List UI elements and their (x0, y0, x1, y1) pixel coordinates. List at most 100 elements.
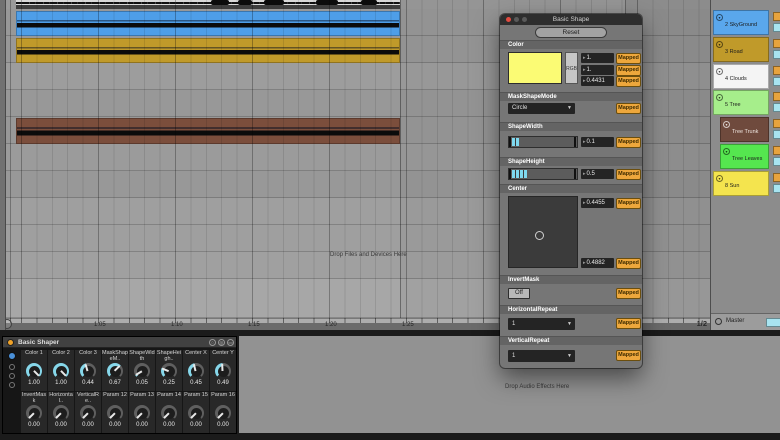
knob-dial[interactable] (161, 363, 177, 379)
param-bank-icon[interactable] (9, 364, 15, 370)
device-hotswap-icon[interactable]: ○ (209, 339, 216, 346)
color-r-field[interactable]: ▸1. (581, 53, 614, 63)
knob-vertical-repeat[interactable]: VerticalRe..0.00 (75, 392, 101, 433)
track-pan-box[interactable] (773, 23, 780, 32)
knob-color-3[interactable]: Color 30.44 (75, 350, 101, 391)
master-pan-box[interactable] (766, 318, 780, 327)
knob-dial[interactable] (215, 405, 231, 421)
knob-dial[interactable] (188, 363, 204, 379)
device-activator-icon[interactable] (7, 339, 14, 346)
track-fold-icon[interactable]: ▾ (723, 148, 730, 155)
track-pan-box[interactable] (773, 50, 780, 59)
waveform-overview[interactable] (16, 0, 400, 9)
mapped-button[interactable]: Mapped (616, 198, 641, 209)
track-header-sun[interactable]: ▾8 Sun (711, 171, 780, 197)
vertical-repeat-dropdown[interactable]: 1▼ (508, 350, 575, 362)
color-swatch[interactable] (508, 52, 562, 84)
knob-horizontal-repeat[interactable]: Horizontal..0.00 (48, 392, 74, 433)
rgb-mode-bar[interactable]: RGB (565, 52, 578, 84)
center-x-field[interactable]: ▸0.4455 (581, 198, 614, 208)
master-track-header[interactable]: Master (711, 313, 780, 330)
track-pan-box[interactable] (773, 77, 780, 86)
mapped-button[interactable]: Mapped (616, 65, 641, 76)
track-pan-box[interactable] (773, 184, 780, 193)
knob-dial[interactable] (80, 363, 96, 379)
track-volume-box[interactable] (773, 39, 780, 48)
knob-dial[interactable] (26, 405, 42, 421)
knob-dial[interactable] (188, 405, 204, 421)
knob-center-y[interactable]: Center Y0.49 (210, 350, 236, 391)
track-fold-icon[interactable]: ▾ (723, 121, 730, 128)
track-fold-icon[interactable]: ▾ (716, 41, 723, 48)
mapped-button[interactable]: Mapped (616, 318, 641, 329)
mapped-button[interactable]: Mapped (616, 103, 641, 114)
shape-height-field[interactable]: ▸0.5 (581, 169, 614, 179)
knob-shape-height[interactable]: ShapeHeigh..0.25 (156, 350, 182, 391)
knob-dial[interactable] (53, 363, 69, 379)
mapped-button[interactable]: Mapped (616, 76, 641, 87)
vertical-zoom-strip[interactable] (0, 0, 6, 330)
mapped-button[interactable]: Mapped (616, 350, 641, 361)
center-y-field[interactable]: ▸0.4882 (581, 258, 614, 268)
mapped-button[interactable]: Mapped (616, 258, 641, 269)
knob-param-12[interactable]: Param 120.00 (102, 392, 128, 433)
track-header-tree[interactable]: ▾5 Tree (711, 90, 780, 116)
track-volume-box[interactable] (773, 92, 780, 101)
track-pan-box[interactable] (773, 130, 780, 139)
track-header-tree-leaves[interactable]: ▾Tree Leaves (711, 144, 780, 170)
knob-mask-shape-mode[interactable]: MaskShapeM..0.67 (102, 350, 128, 391)
device-save-icon[interactable]: ◎ (218, 339, 225, 346)
shape-width-slider[interactable] (508, 136, 578, 148)
knob-dial[interactable] (215, 363, 231, 379)
track-fold-icon[interactable]: ▾ (716, 14, 723, 21)
knob-dial[interactable] (107, 405, 123, 421)
track-header-skyground[interactable]: ▾2 SkyGround (711, 10, 780, 36)
mapped-button[interactable]: Mapped (616, 169, 641, 180)
knob-dial[interactable] (80, 405, 96, 421)
horizontal-repeat-dropdown[interactable]: 1▼ (508, 318, 575, 330)
param-bank-icon[interactable] (9, 373, 15, 379)
knob-param-14[interactable]: Param 140.00 (156, 392, 182, 433)
mapped-button[interactable]: Mapped (616, 53, 641, 64)
track-fold-icon[interactable]: ▾ (716, 68, 723, 75)
knob-color-1[interactable]: Color 11.00 (21, 350, 47, 391)
invert-mask-toggle[interactable]: Off (508, 288, 530, 299)
center-xy-pad[interactable] (508, 196, 578, 268)
master-stop-icon[interactable] (715, 318, 722, 325)
mapped-button[interactable]: Mapped (616, 288, 641, 299)
device-fold-icon[interactable]: ▭ (227, 339, 234, 346)
track-header-road[interactable]: ▾3 Road (711, 37, 780, 63)
track-pan-box[interactable] (773, 103, 780, 112)
knob-param-16[interactable]: Param 160.00 (210, 392, 236, 433)
knob-dial[interactable] (53, 405, 69, 421)
audio-clip-tree-trunk[interactable] (16, 118, 400, 144)
color-g-field[interactable]: ▸1. (581, 65, 614, 75)
track-fold-icon[interactable]: ▾ (716, 175, 723, 182)
track-volume-box[interactable] (773, 173, 780, 182)
shape-height-slider[interactable] (508, 168, 578, 180)
map-mode-icon[interactable] (8, 352, 16, 360)
device-title-bar[interactable]: Basic Shaper ○ ◎ ▭ (3, 337, 236, 348)
plugin-title-bar[interactable]: Basic Shape (500, 14, 642, 25)
track-pan-box[interactable] (773, 157, 780, 166)
knob-dial[interactable] (107, 363, 123, 379)
shape-width-field[interactable]: ▸0.1 (581, 137, 614, 147)
xy-position-marker[interactable] (535, 231, 544, 240)
track-volume-box[interactable] (773, 146, 780, 155)
knob-param-15[interactable]: Param 150.00 (183, 392, 209, 433)
knob-dial[interactable] (134, 363, 150, 379)
audio-clip-skyground[interactable] (16, 11, 400, 36)
knob-shape-width[interactable]: ShapeWidth0.05 (129, 350, 155, 391)
track-fold-icon[interactable]: ▾ (716, 94, 723, 101)
audio-clip-road[interactable] (16, 38, 400, 63)
reset-button[interactable]: Reset (535, 27, 607, 38)
track-volume-box[interactable] (773, 12, 780, 21)
mapped-button[interactable]: Mapped (616, 137, 641, 148)
knob-color-2[interactable]: Color 21.00 (48, 350, 74, 391)
knob-dial[interactable] (134, 405, 150, 421)
knob-param-13[interactable]: Param 130.00 (129, 392, 155, 433)
knob-center-x[interactable]: Center X0.45 (183, 350, 209, 391)
track-header-clouds[interactable]: ▾4 Clouds (711, 64, 780, 90)
track-header-tree-trunk[interactable]: ▾Tree Trunk (711, 117, 780, 143)
color-b-field[interactable]: ▸0.4431 (581, 76, 614, 86)
